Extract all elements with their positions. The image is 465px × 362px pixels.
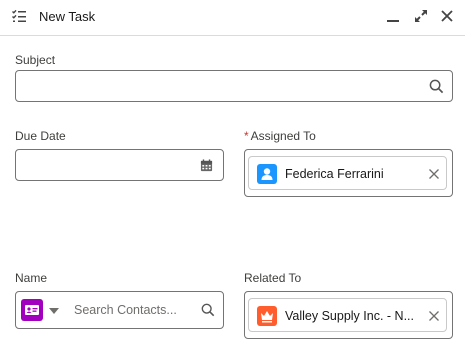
assigned-to-label-text: Assigned To: [250, 129, 316, 143]
remove-icon[interactable]: [428, 168, 440, 180]
subject-field[interactable]: [15, 70, 453, 102]
contact-search-input[interactable]: [74, 292, 194, 328]
name-label: Name: [15, 271, 48, 285]
panel-header: New Task: [0, 0, 465, 36]
due-date-field[interactable]: [15, 149, 224, 181]
related-to-label: Related To: [244, 271, 302, 285]
remove-icon[interactable]: [428, 310, 440, 322]
assigned-to-label: * Assigned To: [244, 129, 316, 143]
panel-title: New Task: [39, 9, 96, 24]
subject-input[interactable]: [16, 71, 452, 101]
crown-icon: [257, 306, 277, 326]
search-icon[interactable]: [201, 303, 215, 317]
assigned-to-value: Federica Ferrarini: [285, 167, 384, 181]
calendar-icon[interactable]: [200, 159, 213, 172]
due-date-label: Due Date: [15, 129, 66, 143]
minimize-icon[interactable]: [385, 8, 401, 24]
chevron-down-icon[interactable]: [49, 307, 59, 315]
related-to-value: Valley Supply Inc. - N...: [285, 309, 414, 323]
search-icon[interactable]: [429, 79, 444, 94]
close-icon[interactable]: [439, 8, 455, 24]
new-task-panel: New Task Subject Due Date * Assigned To …: [0, 0, 465, 362]
required-marker: *: [244, 129, 249, 143]
expand-icon[interactable]: [413, 8, 429, 24]
subject-label: Subject: [15, 53, 56, 67]
assigned-to-pill[interactable]: Federica Ferrarini: [248, 156, 447, 190]
contact-card-icon[interactable]: [21, 299, 43, 321]
assigned-to-field[interactable]: Federica Ferrarini: [244, 149, 453, 197]
task-list-icon: [12, 9, 26, 22]
user-icon: [257, 164, 277, 184]
related-to-field[interactable]: Valley Supply Inc. - N...: [244, 291, 453, 339]
related-to-pill[interactable]: Valley Supply Inc. - N...: [248, 298, 447, 332]
name-field[interactable]: [15, 291, 224, 329]
